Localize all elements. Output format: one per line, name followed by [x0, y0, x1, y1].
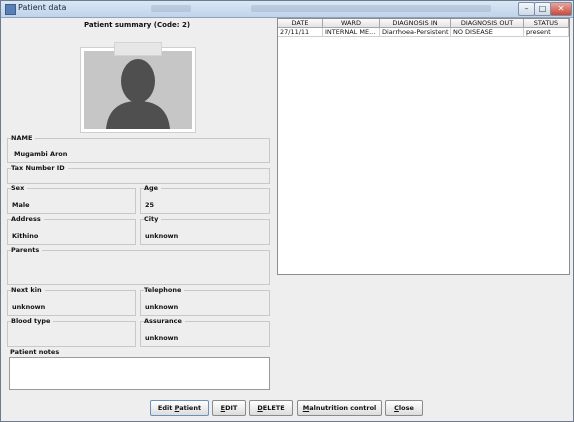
edit-label-post: DIT	[225, 404, 238, 412]
name-label: NAME	[11, 134, 36, 142]
background-taskbar-glyph	[251, 5, 491, 12]
minimize-icon: –	[524, 4, 529, 13]
patient-notes-textarea[interactable]	[9, 357, 270, 390]
close-button[interactable]: Close	[385, 400, 423, 416]
delete-button[interactable]: DELETE	[249, 400, 293, 416]
age-field: Age 25	[140, 184, 270, 214]
maximize-icon: □	[538, 4, 547, 13]
assurance-field: Assurance unknown	[140, 317, 270, 347]
column-header-ward[interactable]: WARD	[323, 19, 380, 28]
title-bar[interactable]: Patient data – □ ✕	[1, 1, 573, 18]
address-value: Kithino	[12, 232, 39, 240]
maximize-button[interactable]: □	[534, 2, 551, 16]
table-cell-diagnosis-out[interactable]: NO DISEASE	[451, 28, 524, 37]
delete-label-post: ELETE	[262, 404, 285, 412]
parents-label: Parents	[11, 246, 43, 254]
patient-summary-title: Patient summary (Code: 2)	[83, 21, 191, 29]
minimize-button[interactable]: –	[518, 2, 535, 16]
column-header-status[interactable]: STATUS	[524, 19, 569, 28]
city-value: unknown	[145, 232, 179, 240]
table-cell-date[interactable]: 27/11/11	[278, 28, 323, 37]
patient-window-icon	[5, 4, 16, 15]
assurance-value: unknown	[145, 334, 179, 342]
address-label: Address	[11, 215, 44, 223]
column-header-diagnosis-out[interactable]: DIAGNOSIS OUT	[451, 19, 524, 28]
close-icon: ✕	[557, 4, 565, 13]
tax-number-field: Tax Number ID	[7, 164, 270, 184]
city-field: City unknown	[140, 215, 270, 245]
next-kin-value: unknown	[12, 303, 46, 311]
blood-type-field: Blood type	[7, 317, 136, 347]
column-header-date[interactable]: DATE	[278, 19, 323, 28]
malnutrition-control-button[interactable]: Malnutrition control	[297, 400, 382, 416]
city-label: City	[144, 215, 162, 223]
close-window-button[interactable]: ✕	[550, 2, 572, 16]
address-field: Address Kithino	[7, 215, 136, 245]
parents-field: Parents	[7, 246, 270, 285]
malnutrition-label-post: alnutrition control	[309, 404, 377, 412]
background-taskbar-glyph	[151, 5, 191, 12]
column-header-diagnosis-in[interactable]: DIAGNOSIS IN	[380, 19, 451, 28]
age-label: Age	[144, 184, 162, 192]
window-title: Patient data	[18, 3, 67, 12]
name-value: Mugambi Aron	[14, 150, 68, 158]
name-field: NAME Mugambi Aron	[7, 134, 270, 163]
edit-patient-label-pre: Edit	[157, 404, 175, 412]
blood-type-label: Blood type	[11, 317, 54, 325]
patient-notes-label: Patient notes	[10, 348, 63, 356]
age-value: 25	[145, 201, 155, 209]
sex-field: Sex Male	[7, 184, 136, 214]
next-kin-field: Next kin unknown	[7, 286, 136, 316]
assurance-label: Assurance	[144, 317, 185, 325]
next-kin-label: Next kin	[11, 286, 45, 294]
patient-data-window: Patient data – □ ✕ Patient summary (Code…	[0, 0, 574, 422]
tax-number-label: Tax Number ID	[11, 164, 68, 172]
photo-tab	[114, 42, 162, 56]
table-cell-ward[interactable]: INTERNAL ME...	[323, 28, 380, 37]
table-cell-status[interactable]: present	[524, 28, 569, 37]
edit-patient-label-post: atient	[179, 404, 202, 412]
edit-patient-button[interactable]: Edit Patient	[150, 400, 209, 416]
sex-value: Male	[12, 201, 30, 209]
person-silhouette-icon	[84, 51, 192, 129]
sex-label: Sex	[11, 184, 28, 192]
telephone-value: unknown	[145, 303, 179, 311]
telephone-label: Telephone	[144, 286, 185, 294]
telephone-field: Telephone unknown	[140, 286, 270, 316]
admissions-table[interactable]: DATE WARD DIAGNOSIS IN DIAGNOSIS OUT STA…	[277, 18, 570, 275]
table-cell-diagnosis-in[interactable]: Diarrhoea-Persistent	[380, 28, 451, 37]
edit-button[interactable]: EDIT	[212, 400, 246, 416]
close-label-post: lose	[398, 404, 414, 412]
patient-photo	[80, 47, 196, 133]
